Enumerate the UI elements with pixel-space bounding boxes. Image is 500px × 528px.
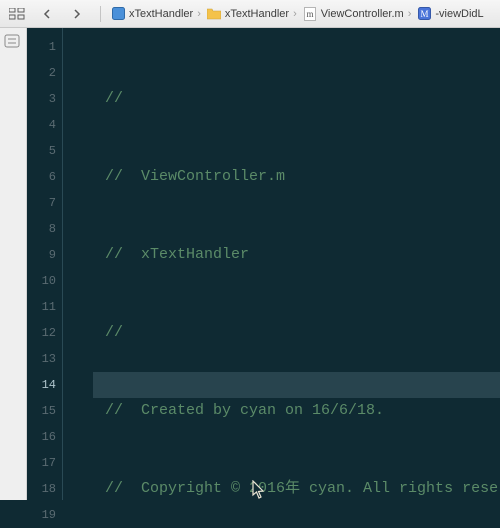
svg-text:M: M	[420, 9, 428, 19]
related-items-icon[interactable]	[6, 4, 28, 24]
code-editor[interactable]: 1 2 3 4 5 6 7 8 9 10 11 12 13 14 15 16 1…	[27, 28, 500, 500]
folder-icon	[207, 7, 221, 21]
code-line: //	[93, 320, 500, 346]
breadcrumb: xTextHandler › xTextHandler › m ViewCont…	[101, 7, 484, 21]
line-number: 8	[27, 216, 62, 242]
line-number: 7	[27, 190, 62, 216]
breadcrumb-label: xTextHandler	[225, 8, 289, 20]
breadcrumb-label: ViewController.m	[321, 8, 404, 20]
breadcrumb-label: xTextHandler	[129, 8, 193, 20]
document-outline-icon[interactable]	[4, 34, 22, 50]
breadcrumb-folder[interactable]: xTextHandler ›	[207, 7, 297, 21]
line-number: 10	[27, 268, 62, 294]
toolbar-left-group	[6, 4, 100, 24]
line-number-gutter: 1 2 3 4 5 6 7 8 9 10 11 12 13 14 15 16 1…	[27, 28, 63, 500]
breadcrumb-project[interactable]: xTextHandler ›	[111, 7, 201, 21]
back-icon[interactable]	[36, 4, 58, 24]
line-number: 18	[27, 476, 62, 502]
line-number: 19	[27, 502, 62, 528]
line-number: 5	[27, 138, 62, 164]
m-file-icon: m	[303, 7, 317, 21]
chevron-right-icon: ›	[197, 8, 201, 20]
line-number: 16	[27, 424, 62, 450]
breadcrumb-symbol[interactable]: M -viewDidL	[417, 7, 483, 21]
xcode-window: xTextHandler › xTextHandler › m ViewCont…	[0, 0, 500, 500]
line-number: 12	[27, 320, 62, 346]
breadcrumb-label: -viewDidL	[435, 8, 483, 20]
code-line: // ViewController.m	[93, 164, 500, 190]
chevron-right-icon: ›	[408, 8, 412, 20]
code-line: //	[93, 86, 500, 112]
forward-icon[interactable]	[66, 4, 88, 24]
code-line: // Created by cyan on 16/6/18.	[93, 398, 500, 424]
code-line: // xTextHandler	[93, 242, 500, 268]
left-rail	[0, 28, 27, 500]
line-number: 1	[27, 34, 62, 60]
line-number: 2	[27, 60, 62, 86]
fold-gutter	[63, 28, 93, 500]
line-number: 17	[27, 450, 62, 476]
main-area: 1 2 3 4 5 6 7 8 9 10 11 12 13 14 15 16 1…	[0, 28, 500, 500]
jump-bar: xTextHandler › xTextHandler › m ViewCont…	[0, 0, 500, 28]
method-icon: M	[417, 7, 431, 21]
breadcrumb-file[interactable]: m ViewController.m ›	[303, 7, 412, 21]
line-number: 15	[27, 398, 62, 424]
svg-text:m: m	[306, 9, 313, 19]
line-number: 13	[27, 346, 62, 372]
chevron-right-icon: ›	[293, 8, 297, 20]
line-number: 11	[27, 294, 62, 320]
line-number: 14	[27, 372, 62, 398]
line-number: 6	[27, 164, 62, 190]
line-number: 9	[27, 242, 62, 268]
code-area[interactable]: // // ViewController.m // xTextHandler /…	[93, 28, 500, 500]
line-number: 3	[27, 86, 62, 112]
code-line: // Copyright © 2016年 cyan. All rights re…	[93, 476, 500, 500]
line-number: 4	[27, 112, 62, 138]
proj-icon	[111, 7, 125, 21]
